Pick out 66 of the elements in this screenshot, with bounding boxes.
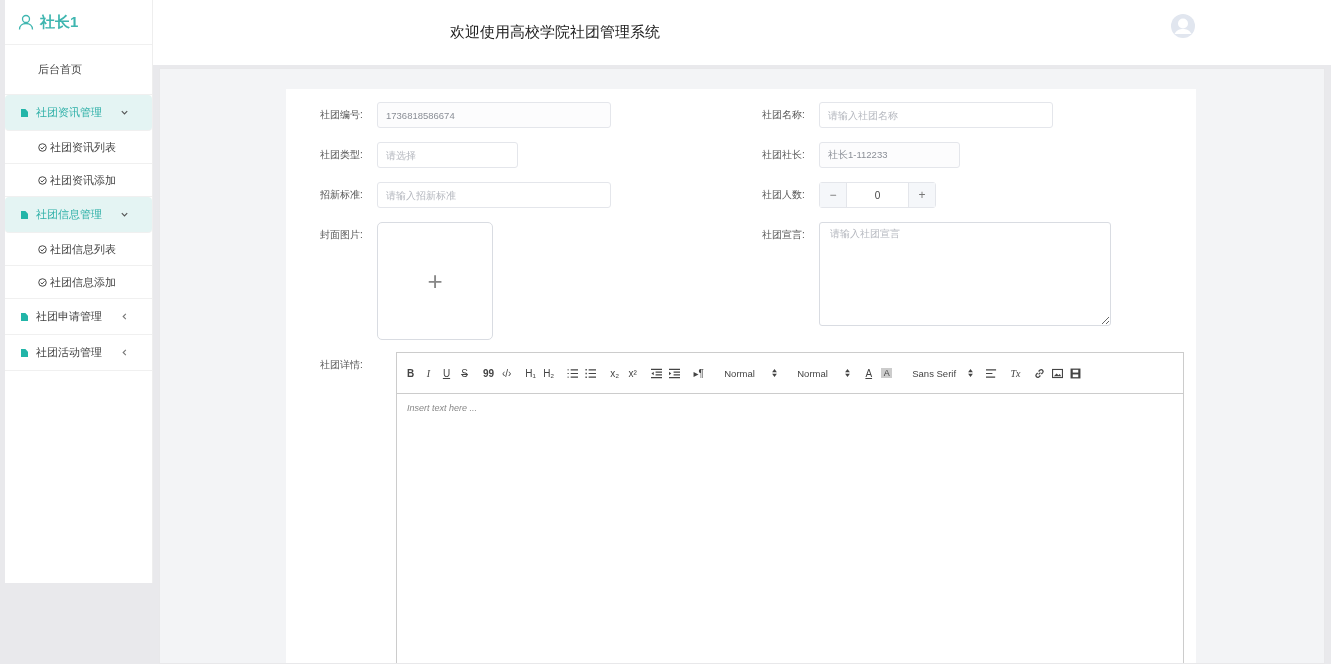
film-icon[interactable] — [1070, 367, 1082, 379]
submenu-item[interactable]: 社团信息列表 — [5, 233, 152, 266]
document-icon — [21, 312, 28, 321]
number-stepper[interactable]: − 0 + — [819, 182, 936, 208]
updown-icon — [845, 369, 851, 377]
document-icon — [21, 108, 28, 117]
format-button[interactable]: x₂ — [609, 367, 621, 379]
format-button[interactable]: A — [863, 367, 875, 379]
updown-icon — [968, 369, 974, 377]
field-label: 社团类型: — [320, 148, 364, 162]
field-label: 封面图片: — [320, 228, 364, 242]
format-button[interactable]: H₂ — [543, 367, 555, 379]
select-field[interactable]: 请选择 — [377, 142, 518, 168]
document-icon — [21, 348, 28, 357]
editor-text-area[interactable]: Insert text here ... — [397, 394, 1183, 663]
format-button[interactable]: S — [459, 367, 470, 379]
submenu-item[interactable]: 社团资讯列表 — [5, 131, 152, 164]
submenu-item[interactable]: 社团信息添加 — [5, 266, 152, 299]
image-icon[interactable] — [1052, 367, 1064, 379]
align-icon[interactable] — [986, 367, 998, 379]
link-icon[interactable] — [1034, 367, 1046, 379]
format-button[interactable]: I — [423, 367, 434, 379]
menu-group[interactable]: 社团活动管理 — [5, 335, 152, 371]
field-label: 社团人数: — [762, 188, 806, 202]
field-label: 招新标准: — [320, 188, 364, 202]
field-label: 社团名称: — [762, 108, 806, 122]
format-button[interactable]: H₁ — [525, 367, 537, 379]
user-name: 社长1 — [40, 12, 79, 32]
chevron-icon — [120, 312, 129, 321]
format-button[interactable]: 99 — [483, 367, 495, 379]
chevron-icon — [120, 210, 129, 219]
indent-icon[interactable] — [669, 367, 681, 379]
input-field[interactable]: 请输入社团名称 — [819, 102, 1053, 128]
format-button[interactable]: A — [881, 368, 893, 378]
chevron-icon — [120, 108, 129, 117]
menu-group[interactable]: 社团申请管理 — [5, 299, 152, 335]
field-label: 社团宣言: — [762, 228, 806, 242]
field-label: 社团社长: — [762, 148, 806, 162]
updown-icon — [772, 369, 778, 377]
check-circle-icon — [38, 142, 47, 152]
check-circle-icon — [38, 244, 47, 254]
image-upload-button[interactable]: + — [377, 222, 493, 340]
chevron-icon — [120, 348, 129, 357]
input-field[interactable]: 请输入招新标准 — [377, 182, 611, 208]
format-picker[interactable]: Sans Serif — [905, 367, 974, 379]
decrement-button[interactable]: − — [820, 183, 846, 207]
format-button[interactable]: ▸¶ — [693, 367, 705, 379]
format-button[interactable]: x² — [627, 367, 639, 379]
bullet-list-icon[interactable] — [585, 367, 597, 379]
outdent-icon[interactable] — [651, 367, 663, 379]
page-title: 欢迎使用高校学院社团管理系统 — [450, 23, 660, 42]
field-label: 社团详情: — [320, 358, 364, 372]
field-label: 社团编号: — [320, 108, 364, 122]
user-icon — [18, 14, 34, 30]
format-picker[interactable]: Normal — [790, 367, 851, 379]
increment-button[interactable]: + — [909, 183, 935, 207]
format-button[interactable]: U — [441, 367, 452, 379]
check-circle-icon — [38, 175, 47, 185]
textarea-field[interactable]: 请输入社团宣言 — [819, 222, 1111, 326]
format-button[interactable]: Tx — [1010, 367, 1022, 379]
document-icon — [21, 210, 28, 219]
format-button[interactable]: B — [405, 367, 416, 379]
format-picker[interactable]: Normal — [717, 367, 778, 379]
check-circle-icon — [38, 277, 47, 287]
ordered-list-icon[interactable] — [567, 367, 579, 379]
format-button[interactable]: ‹/› — [501, 367, 513, 379]
